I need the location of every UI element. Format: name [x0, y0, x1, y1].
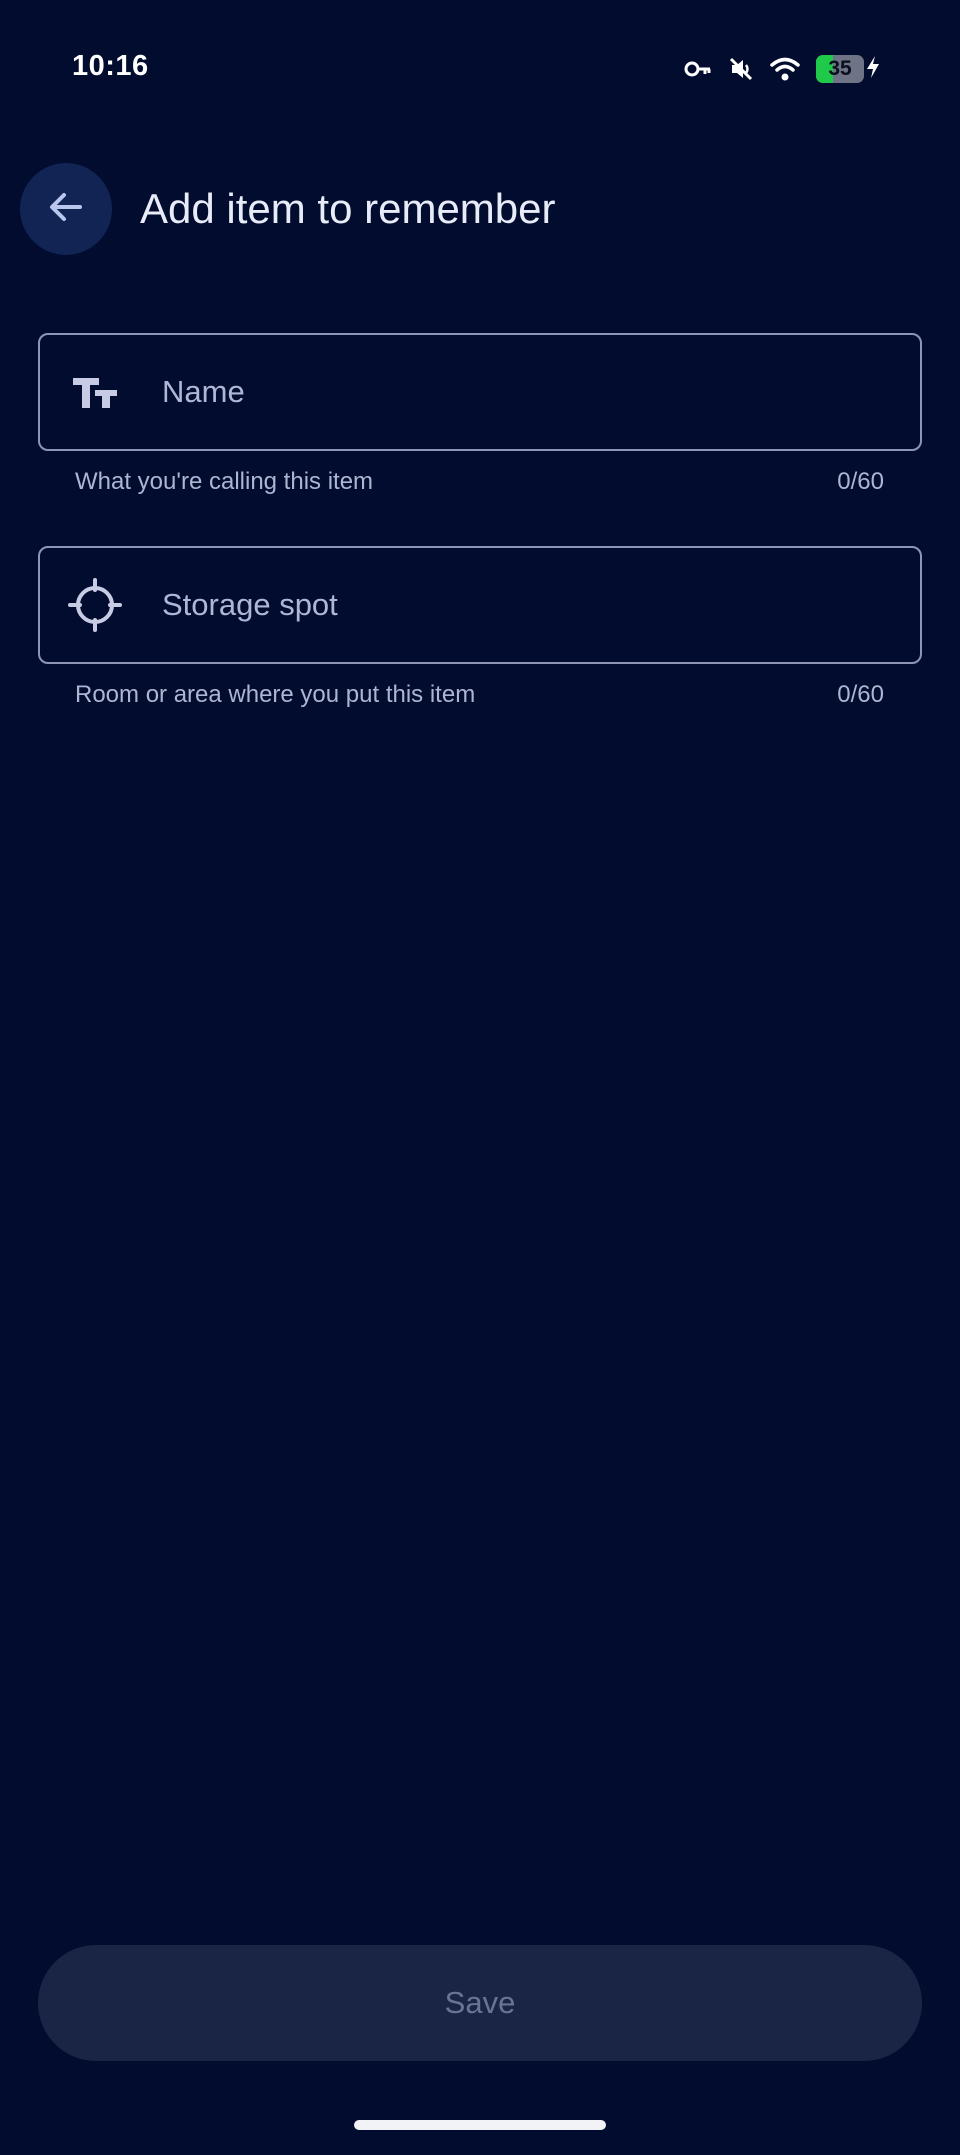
storage-spot-field[interactable]	[38, 546, 922, 664]
storage-spot-input[interactable]	[160, 548, 900, 662]
battery-level: 35	[828, 57, 852, 80]
status-bar: 10:16 35	[0, 0, 960, 120]
vpn-key-icon	[684, 59, 712, 79]
mute-icon	[728, 56, 754, 82]
text-fields-icon	[68, 365, 122, 419]
name-input[interactable]	[160, 335, 900, 449]
status-icons: 35	[684, 52, 880, 86]
name-char-counter: 0/60	[837, 468, 884, 495]
battery-icon: 35	[816, 55, 864, 83]
wifi-icon	[770, 56, 800, 82]
storage-spot-char-counter: 0/60	[837, 681, 884, 708]
status-time: 10:16	[72, 50, 149, 82]
name-helper-text: What you're calling this item	[75, 468, 374, 495]
charging-bolt-icon	[866, 55, 880, 83]
gesture-navigation-bar[interactable]	[354, 2120, 606, 2130]
page-title: Add item to remember	[140, 185, 556, 232]
name-field[interactable]	[38, 333, 922, 451]
save-button[interactable]: Save	[38, 1945, 922, 2061]
back-button[interactable]	[20, 163, 112, 255]
storage-spot-helper-text: Room or area where you put this item	[75, 681, 476, 708]
location-crosshair-icon	[68, 578, 122, 632]
battery-indicator: 35	[816, 55, 880, 83]
arrow-left-icon	[46, 187, 86, 232]
